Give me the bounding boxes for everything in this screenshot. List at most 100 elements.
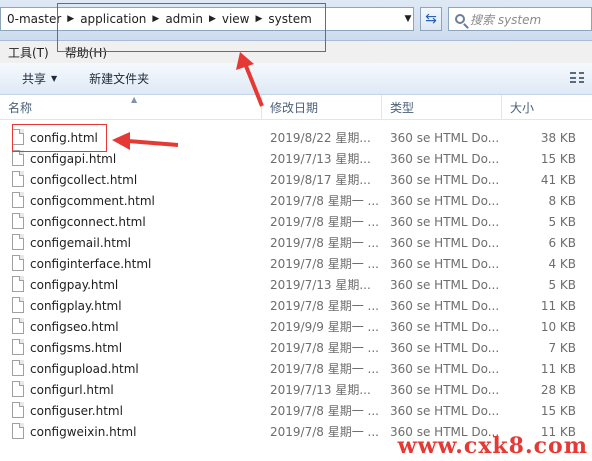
- file-type: 360 se HTML Do...: [390, 319, 500, 334]
- new-folder-label: 新建文件夹: [89, 72, 150, 86]
- file-date: 2019/8/22 星期...: [270, 131, 371, 145]
- column-name[interactable]: 名称: [0, 95, 262, 119]
- file-size: 38 KB: [540, 130, 576, 145]
- column-date-label: 修改日期: [270, 100, 319, 115]
- file-name: configpay.html: [30, 277, 119, 292]
- file-type: 360 se HTML Do...: [390, 382, 500, 397]
- new-folder-button[interactable]: 新建文件夹: [79, 70, 159, 87]
- file-name: configuser.html: [30, 403, 123, 418]
- search-icon: [455, 14, 465, 24]
- file-row[interactable]: configsms.html 2019/7/8 星期一 ... 360 se HTM…: [0, 337, 592, 358]
- view-options-icon[interactable]: [570, 72, 584, 84]
- file-row[interactable]: configupload.html 2019/7/8 星期一 ... 360 se …: [0, 358, 592, 379]
- column-date[interactable]: 修改日期: [262, 95, 382, 119]
- file-size: 5 KB: [548, 214, 576, 229]
- highlight-box-path: [57, 3, 326, 52]
- menu-tools[interactable]: 工具(T): [0, 44, 57, 61]
- file-name: configconnect.html: [30, 214, 146, 229]
- html-file-icon: [12, 381, 24, 397]
- file-row[interactable]: configuser.html 2019/7/8 星期一 ... 360 se HT…: [0, 400, 592, 421]
- column-size[interactable]: 大小: [502, 95, 592, 119]
- file-row[interactable]: configcollect.html 2019/8/17 星期... 360 se …: [0, 169, 592, 190]
- html-file-icon: [12, 318, 24, 334]
- file-row[interactable]: configcomment.html 2019/7/8 星期一 ... 360 se…: [0, 190, 592, 211]
- watermark: www.cxk8.com: [397, 433, 588, 459]
- file-size: 6 KB: [548, 235, 576, 250]
- column-header: ▲ 名称 修改日期 类型 大小: [0, 95, 592, 120]
- file-date: 2019/7/13 星期...: [270, 278, 371, 292]
- file-size: 11 KB: [540, 298, 576, 313]
- file-size: 4 KB: [548, 256, 576, 271]
- file-type: 360 se HTML Do...: [390, 130, 500, 145]
- file-name: configplay.html: [30, 298, 122, 313]
- file-type: 360 se HTML Do...: [390, 151, 500, 166]
- file-date: 2019/7/13 星期...: [270, 383, 371, 397]
- file-row[interactable]: configseo.html 2019/9/9 星期一 ... 360 se HTM…: [0, 316, 592, 337]
- refresh-icon: ⇆: [425, 11, 437, 27]
- html-file-icon: [12, 171, 24, 187]
- file-name: configinterface.html: [30, 256, 152, 271]
- html-file-icon: [12, 150, 24, 166]
- file-size: 5 KB: [548, 277, 576, 292]
- refresh-button[interactable]: ⇆: [420, 7, 442, 31]
- column-type-label: 类型: [390, 100, 415, 115]
- file-type: 360 se HTML Do...: [390, 256, 500, 271]
- file-size: 7 KB: [548, 340, 576, 355]
- file-row[interactable]: configpay.html 2019/7/13 星期... 360 se HTML…: [0, 274, 592, 295]
- html-file-icon: [12, 297, 24, 313]
- address-dropdown-icon[interactable]: ▼: [400, 7, 416, 31]
- column-type[interactable]: 类型: [382, 95, 502, 119]
- file-name: configemail.html: [30, 235, 131, 250]
- command-bar: 共享 ▼ 新建文件夹: [0, 63, 592, 95]
- html-file-icon: [12, 255, 24, 271]
- file-name: configupload.html: [30, 361, 139, 376]
- file-type: 360 se HTML Do...: [390, 277, 500, 292]
- file-type: 360 se HTML Do...: [390, 214, 500, 229]
- search-placeholder: 搜索 system: [470, 12, 542, 27]
- file-name: configcomment.html: [30, 193, 155, 208]
- file-row[interactable]: configplay.html 2019/7/8 星期一 ... 360 se HT…: [0, 295, 592, 316]
- column-name-label: 名称: [8, 100, 33, 115]
- column-size-label: 大小: [510, 100, 535, 115]
- file-row[interactable]: configurl.html 2019/7/13 星期... 360 se HTML…: [0, 379, 592, 400]
- file-name: configcollect.html: [30, 172, 138, 187]
- file-name: configseo.html: [30, 319, 119, 334]
- file-row[interactable]: configconnect.html 2019/7/8 星期一 ... 360 se…: [0, 211, 592, 232]
- html-file-icon: [12, 276, 24, 292]
- chevron-down-icon: ▼: [51, 74, 58, 83]
- search-input[interactable]: 搜索 system: [448, 7, 592, 31]
- file-date: 2019/7/8 星期一 ...: [270, 257, 379, 271]
- file-size: 11 KB: [540, 361, 576, 376]
- file-date: 2019/7/8 星期一 ...: [270, 194, 379, 208]
- file-row[interactable]: configinterface.html 2019/7/8 星期一 ... 360 …: [0, 253, 592, 274]
- file-list: config.html 2019/8/22 星期... 360 se HTML Do…: [0, 127, 592, 442]
- file-size: 41 KB: [540, 172, 576, 187]
- share-label: 共享: [22, 72, 47, 86]
- file-type: 360 se HTML Do...: [390, 298, 500, 313]
- file-size: 15 KB: [540, 151, 576, 166]
- file-date: 2019/7/13 星期...: [270, 152, 371, 166]
- file-type: 360 se HTML Do...: [390, 172, 500, 187]
- file-name: configweixin.html: [30, 424, 137, 439]
- file-date: 2019/7/8 星期一 ...: [270, 404, 379, 418]
- file-date: 2019/7/8 星期一 ...: [270, 236, 379, 250]
- file-name: configsms.html: [30, 340, 123, 355]
- html-file-icon: [12, 192, 24, 208]
- file-size: 8 KB: [548, 193, 576, 208]
- file-size: 15 KB: [540, 403, 576, 418]
- file-row[interactable]: configemail.html 2019/7/8 星期一 ... 360 se H…: [0, 232, 592, 253]
- file-name: configurl.html: [30, 382, 114, 397]
- file-date: 2019/7/8 星期一 ...: [270, 341, 379, 355]
- file-date: 2019/8/17 星期...: [270, 173, 371, 187]
- html-file-icon: [12, 423, 24, 439]
- file-date: 2019/7/8 星期一 ...: [270, 299, 379, 313]
- file-size: 28 KB: [540, 382, 576, 397]
- file-date: 2019/9/9 星期一 ...: [270, 320, 379, 334]
- html-file-icon: [12, 339, 24, 355]
- share-button[interactable]: 共享 ▼: [12, 70, 67, 87]
- html-file-icon: [12, 360, 24, 376]
- file-type: 360 se HTML Do...: [390, 403, 500, 418]
- file-type: 360 se HTML Do...: [390, 193, 500, 208]
- file-date: 2019/7/8 星期一 ...: [270, 215, 379, 229]
- html-file-icon: [12, 402, 24, 418]
